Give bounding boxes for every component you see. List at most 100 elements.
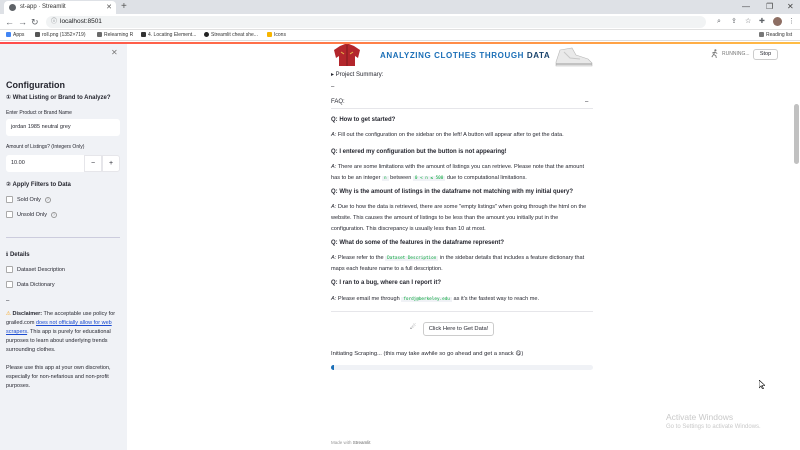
new-tab-button[interactable]: + (121, 0, 127, 13)
increment-button[interactable]: + (102, 155, 120, 172)
faq-question-1: Q: How to get started? (331, 117, 396, 123)
faq-bottom-divider (331, 311, 593, 312)
listings-label: Amount of Listings? (Integers Only) (6, 144, 85, 150)
browser-tab-bar: st-app · Streamlit ✕ + — ❐ ✕ (0, 0, 800, 14)
bookmark-streamlit-cheat[interactable]: Streamlit cheat she... (204, 30, 258, 41)
progress-fill (331, 365, 334, 370)
disclaimer-paragraph: ⚠ Disclaimer: The acceptable use policy … (6, 311, 116, 353)
sneaker-image (555, 47, 593, 67)
discretion-paragraph: Please use this app at your own discreti… (6, 365, 111, 389)
dataset-description-checkbox[interactable]: Dataset Description (6, 266, 65, 275)
running-man-icon (711, 49, 718, 58)
close-tab-icon[interactable]: ✕ (106, 1, 112, 14)
faq-question-3: Q: Why is the amount of listings in the … (331, 189, 574, 195)
reading-list-icon (759, 32, 764, 38)
faq-question-5: Q: I ran to a bug, where can I report it… (331, 280, 442, 286)
bookmark-apps[interactable]: Apps (6, 30, 24, 41)
unsold-only-checkbox[interactable]: Unsold Only? (6, 211, 57, 220)
streamlit-favicon-icon (9, 4, 16, 11)
apps-grid-icon (6, 32, 11, 38)
image-icon (35, 32, 40, 38)
sidebar-title: Configuration (6, 80, 65, 90)
faq-answer-4: A: Please refer to the Dataset Descripti… (331, 255, 585, 272)
faq-expander[interactable]: FAQ: – (331, 99, 593, 105)
listings-number-input[interactable]: 10.00 (6, 155, 84, 172)
warning-icon: ⚠ (6, 311, 11, 317)
page-icon (141, 32, 146, 38)
address-bar-row: ← → ↻ ⓘ localhost:8501 ⌕ ⇪ ☆ ✚ ⋮ (0, 14, 800, 30)
sidebar: ✕ Configuration ① What Listing or Brand … (0, 44, 127, 450)
minimize-icon[interactable]: — (742, 0, 750, 13)
section-details: ℹ Details (6, 252, 30, 258)
close-sidebar-icon[interactable]: ✕ (111, 48, 118, 57)
section-what-to-analyze: ① What Listing or Brand to Analyze? (6, 95, 111, 101)
stop-button[interactable]: Stop (753, 49, 778, 60)
faq-answer-5: A: Please email me through fordj@berkele… (331, 296, 540, 302)
activate-windows-subtitle: Go to Settings to activate Windows. (666, 424, 761, 430)
product-label: Enter Product or Brand Name (6, 110, 72, 116)
footer: Made with Streamlit (331, 440, 371, 445)
maximize-icon[interactable]: ❐ (766, 0, 773, 13)
back-icon[interactable]: ← (5, 16, 14, 28)
sold-only-checkbox[interactable]: Sold Only? (6, 196, 51, 205)
jacket-image (334, 44, 360, 66)
bookmark-roll[interactable]: roll.png (1352×719) (35, 30, 86, 41)
scrollbar[interactable] (794, 104, 799, 164)
checkbox-box[interactable] (6, 281, 13, 289)
header-banner: ANALYZING CLOTHES THROUGH DATA (332, 44, 593, 68)
streamlit-link[interactable]: Streamlit (353, 440, 371, 445)
checkbox-box[interactable] (6, 196, 13, 204)
info-icon: ⓘ (51, 19, 58, 25)
bookmark-locating-element[interactable]: 4. Locating Element... (141, 30, 196, 41)
forward-icon[interactable]: → (18, 16, 27, 28)
section-apply-filters: ② Apply Filters to Data (6, 182, 71, 188)
faq-answer-3: A: Due to how the data is retrieved, the… (331, 204, 587, 232)
bookmark-icons[interactable]: Icons (267, 30, 286, 41)
product-input[interactable]: jordan 1985 neutral grey (6, 119, 120, 136)
activate-windows-title: Activate Windows (666, 412, 734, 422)
faq-divider (331, 108, 593, 109)
star-icon (267, 32, 272, 38)
running-status: RUNNING... (722, 51, 750, 57)
url-bar[interactable]: ⓘ localhost:8501 (46, 16, 706, 28)
faq-answer-2: A: There are some limitations with the a… (331, 164, 585, 181)
bookmark-star-icon[interactable]: ☆ (745, 17, 751, 27)
data-dictionary-checkbox[interactable]: Data Dictionary (6, 281, 55, 290)
main-content: ANALYZING CLOTHES THROUGH DATA RUNNING..… (127, 44, 800, 450)
app-title: ANALYZING CLOTHES THROUGH DATA (380, 51, 551, 60)
checkbox-box[interactable] (6, 211, 13, 219)
scraping-status: Initiating Scraping... (this may take aw… (331, 351, 524, 357)
mouse-cursor-icon (759, 380, 765, 389)
share-icon[interactable]: ⇪ (731, 17, 737, 27)
page-icon (97, 32, 102, 38)
help-icon[interactable]: ? (44, 196, 51, 203)
zoom-icon[interactable]: ⌕ (717, 17, 721, 27)
faq-question-4: Q: What do some of the features in the d… (331, 240, 505, 246)
bookmarks-bar: Apps roll.png (1352×719) Relearning R 4.… (0, 30, 800, 41)
decrement-button[interactable]: − (84, 155, 102, 172)
progress-bar (331, 365, 593, 370)
get-data-button[interactable]: Click Here to Get Data! (423, 322, 494, 336)
bookmark-relearning-r[interactable]: Relearning R (97, 30, 133, 41)
close-window-icon[interactable]: ✕ (787, 0, 794, 13)
faq-answer-1: A: Fill out the configuration on the sid… (331, 132, 564, 138)
streamlit-app: ✕ Configuration ① What Listing or Brand … (0, 42, 800, 450)
extensions-icon[interactable]: ✚ (759, 17, 765, 27)
dash-separator: – (331, 84, 335, 90)
browser-tab[interactable]: st-app · Streamlit ✕ (4, 1, 116, 14)
collapse-icon[interactable]: – (585, 99, 588, 105)
reading-list[interactable]: Reading list (759, 30, 792, 41)
tab-title: st-app · Streamlit (20, 4, 66, 10)
reload-icon[interactable]: ↻ (31, 16, 39, 28)
faq-question-2: Q: I entered my configuration but the bu… (331, 149, 507, 155)
help-icon[interactable]: ? (50, 211, 57, 218)
menu-icon[interactable]: ⋮ (788, 17, 795, 27)
project-summary-expander[interactable]: ▸ Project Summary: (331, 71, 383, 78)
divider (6, 237, 120, 238)
checkbox-box[interactable] (6, 266, 13, 274)
profile-avatar[interactable] (773, 17, 782, 26)
url-text: localhost:8501 (60, 18, 102, 25)
dash-separator: – (6, 298, 10, 304)
github-icon (204, 32, 209, 38)
comet-icon: ☄ (410, 324, 417, 331)
